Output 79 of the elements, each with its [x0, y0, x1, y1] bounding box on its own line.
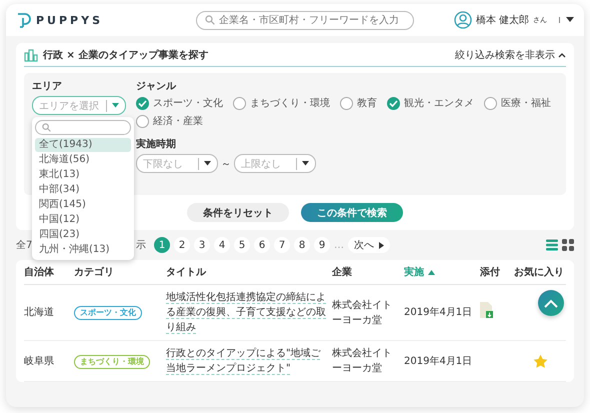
area-option[interactable]: 中部(34)	[35, 183, 131, 197]
page-button[interactable]: 7	[274, 237, 290, 253]
page-button[interactable]: 9	[314, 237, 330, 253]
next-page-button[interactable]: 次へ	[348, 237, 390, 253]
page-button[interactable]: 8	[294, 237, 310, 253]
genre-label: 教育	[357, 96, 377, 110]
result-count: 示	[136, 239, 147, 252]
grid-view-icon[interactable]	[562, 239, 574, 251]
category-tag: スポーツ・文化	[74, 306, 142, 320]
check-icon	[138, 100, 147, 106]
reset-button[interactable]: 条件をリセット	[187, 203, 289, 222]
page-button[interactable]: 3	[194, 237, 210, 253]
column-header: 企業	[332, 266, 353, 279]
chevron-up-icon	[558, 52, 566, 58]
genre-label: スポーツ・文化	[153, 96, 223, 110]
caret-icon	[302, 161, 309, 166]
field-label: ジャンル	[136, 80, 178, 93]
search-icon	[205, 15, 215, 25]
genre-checkbox[interactable]	[484, 96, 497, 110]
column-header: お気に入り	[514, 266, 565, 279]
genre-label: まちづくり・環境	[250, 96, 330, 110]
column-header: 添付	[480, 266, 501, 279]
column-header: カテゴリ	[74, 266, 115, 279]
area-option[interactable]: 四国(23)	[35, 228, 131, 242]
field-label: 実施時期	[136, 137, 177, 151]
caret-icon	[112, 103, 119, 108]
result-count: 全7	[16, 239, 34, 252]
caret-icon	[204, 161, 211, 166]
genre-checkbox[interactable]	[136, 96, 149, 110]
page-button[interactable]: 5	[234, 237, 250, 253]
play-icon	[379, 242, 384, 248]
table-cell-text: 2019年4月1日	[404, 306, 474, 320]
user-avatar-icon[interactable]	[454, 11, 472, 29]
chevron-up-icon	[544, 298, 558, 308]
table-cell-text: 岐阜県	[24, 354, 55, 368]
table-cell-text: 株式会社イトーヨーカ堂	[332, 298, 393, 328]
page-button[interactable]: 6	[254, 237, 270, 253]
range-separator: ～	[221, 158, 231, 170]
area-option[interactable]: 中国(12)	[35, 213, 131, 227]
check-icon	[389, 100, 398, 106]
column-header: タイトル	[166, 266, 208, 279]
scroll-to-top-button[interactable]	[538, 290, 564, 316]
genre-checkbox[interactable]	[340, 96, 353, 110]
field-label: エリア	[32, 80, 63, 93]
search-button[interactable]: この条件で検索	[301, 203, 403, 222]
title-link[interactable]: 地域活性化包括連携協定の締結による産業の復興、子育て支援などの取り組み	[166, 290, 326, 335]
title-link[interactable]: 行政とのタイアップによる"地域ご当地ラーメンプロジェクト"	[166, 346, 326, 376]
sort-ascending-icon	[428, 270, 435, 274]
area-option[interactable]: 東北(13)	[35, 168, 131, 182]
genre-checkbox[interactable]	[136, 114, 149, 128]
table-cell-text: 北海道	[24, 306, 55, 320]
genre-checkbox[interactable]	[387, 96, 400, 110]
genre-label: 医療・福祉	[501, 96, 551, 110]
genre-label: 経済・産業	[153, 114, 203, 128]
search-icon	[42, 123, 51, 132]
ellipsis: …	[334, 240, 344, 250]
area-option[interactable]: 関西(145)	[35, 198, 131, 212]
area-option[interactable]: 全て(1943)	[35, 138, 131, 152]
page-button[interactable]: 2	[174, 237, 190, 253]
dropdown-search-field[interactable]	[35, 120, 131, 135]
section-title: 行政 × 企業のタイアップ事業を探す	[43, 48, 208, 62]
area-option[interactable]: 北海道(56)	[35, 153, 131, 167]
star-icon[interactable]	[532, 354, 548, 368]
column-header: 自治体	[24, 266, 55, 279]
list-view-icon[interactable]	[546, 239, 558, 251]
area-option[interactable]: 九州・沖縄(13)	[35, 243, 131, 257]
genre-checkbox[interactable]	[233, 96, 246, 110]
table-cell-text: 株式会社イトーヨーカ堂	[332, 346, 393, 376]
logo-icon	[16, 12, 32, 28]
logo-text: PUPPYS	[36, 14, 104, 26]
page-button[interactable]: 4	[214, 237, 230, 253]
genre-label: 観光・エンタメ	[404, 96, 474, 110]
hide-filters-link[interactable]: 絞り込み検索を非表示	[455, 48, 566, 62]
caret-icon[interactable]	[559, 17, 574, 23]
table-cell-text: 2019年4月1日	[404, 354, 474, 368]
category-tag: まちづくり・環境	[74, 354, 150, 368]
document-download-icon[interactable]	[480, 302, 493, 318]
user-name: 橋本 健太郎	[476, 14, 529, 27]
buildings-icon	[24, 48, 38, 62]
